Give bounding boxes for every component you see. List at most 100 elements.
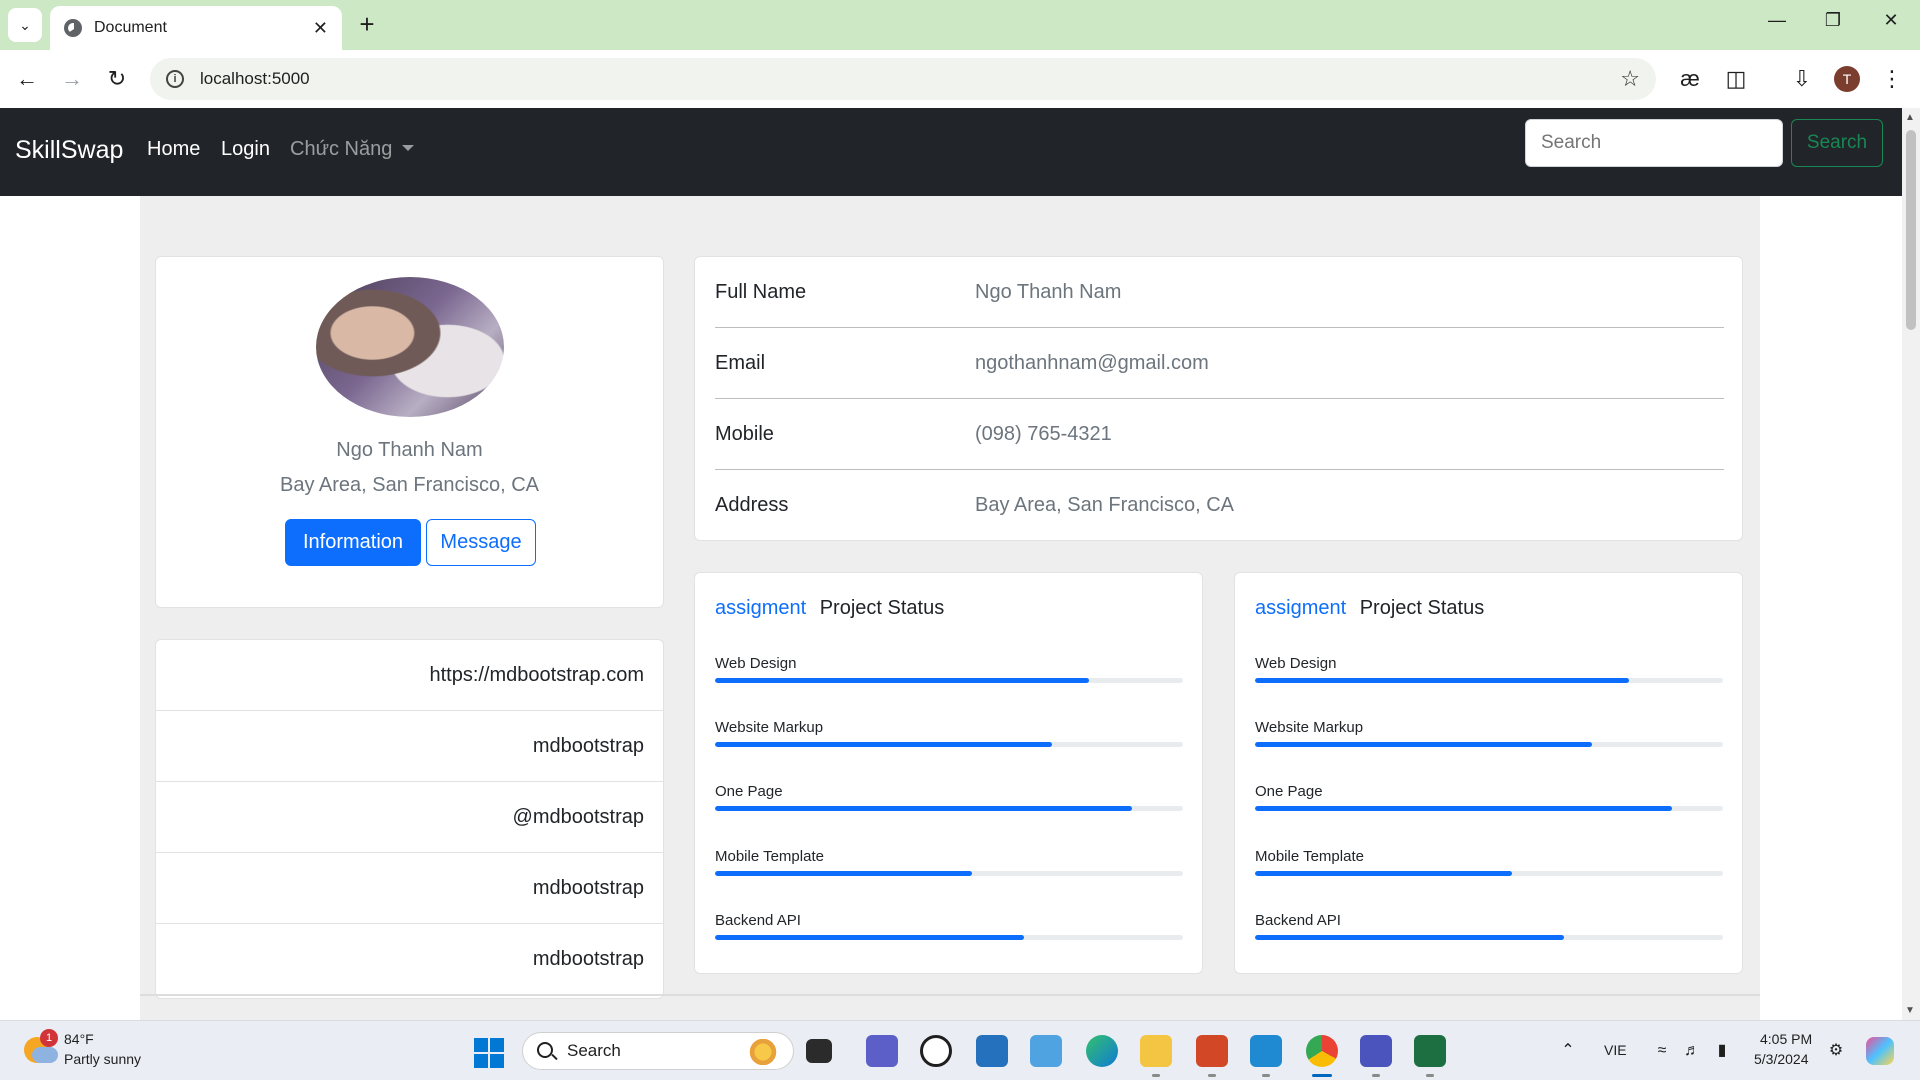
progress-fill: [1255, 678, 1630, 683]
reload-icon[interactable]: ↻: [100, 62, 134, 96]
task-view-icon[interactable]: [806, 1039, 832, 1063]
progress-item: Mobile Template: [715, 848, 1183, 876]
browser-tab[interactable]: Document ✕: [50, 6, 342, 50]
excel-icon[interactable]: [1414, 1035, 1446, 1077]
nav-features-dropdown[interactable]: Chức Năng: [290, 138, 415, 161]
navbar-search-button[interactable]: Search: [1791, 119, 1883, 167]
link-facebook[interactable]: mdbootstrap: [156, 924, 663, 995]
scrollbar-thumb[interactable]: [1906, 130, 1916, 330]
nav-home-link[interactable]: Home: [147, 138, 200, 161]
information-button[interactable]: Information: [285, 519, 421, 566]
progress-track: [715, 935, 1183, 940]
taskbar-search[interactable]: Search: [522, 1032, 794, 1070]
link-website[interactable]: https://mdbootstrap.com: [156, 640, 663, 711]
progress-track: [1255, 742, 1723, 747]
progress-track: [1255, 806, 1723, 811]
scroll-up-icon[interactable]: ▲: [1905, 112, 1915, 123]
vscode-icon[interactable]: [1250, 1035, 1282, 1077]
detail-row-email: Email ngothanhnam@gmail.com: [715, 328, 1724, 399]
profile-avatar[interactable]: T: [1834, 66, 1860, 92]
forward-arrow-icon[interactable]: →: [55, 62, 89, 96]
powershell-icon[interactable]: [976, 1035, 1008, 1067]
wifi-icon[interactable]: ≈: [1652, 1041, 1672, 1061]
dell-icon[interactable]: [920, 1035, 952, 1067]
progress-fill: [715, 871, 973, 876]
avatar: [316, 277, 504, 417]
file-explorer-icon[interactable]: [1140, 1035, 1172, 1077]
page-scrollbar[interactable]: ▲ ▼: [1902, 108, 1920, 1020]
progress-item: Website Markup: [715, 719, 1183, 747]
link-twitter[interactable]: @mdbootstrap: [156, 782, 663, 853]
restore-button[interactable]: ❐: [1818, 10, 1848, 31]
link-github[interactable]: mdbootstrap: [156, 711, 663, 782]
progress-item: Website Markup: [1255, 719, 1723, 747]
teams-chat-icon[interactable]: [1360, 1035, 1392, 1077]
nav-login-link[interactable]: Login: [221, 138, 270, 161]
brand-logo[interactable]: SkillSwap: [15, 136, 123, 165]
nav-dropdown-label: Chức Năng: [290, 138, 393, 160]
new-tab-button[interactable]: +: [352, 10, 382, 40]
edge-icon[interactable]: [1086, 1035, 1118, 1067]
minimize-button[interactable]: —: [1762, 10, 1792, 31]
chevron-up-icon[interactable]: ⌃: [1558, 1041, 1578, 1061]
taskbar-search-label: Search: [567, 1041, 621, 1060]
notification-badge: 1: [40, 1029, 58, 1047]
close-window-button[interactable]: ✕: [1876, 10, 1906, 31]
kebab-menu-icon[interactable]: ⋮: [1878, 66, 1906, 92]
copilot-icon[interactable]: [1866, 1037, 1894, 1065]
windows-start-icon[interactable]: [474, 1038, 504, 1068]
puzzle-extensions-icon[interactable]: ◫: [1722, 66, 1750, 92]
progress-item: Mobile Template: [1255, 848, 1723, 876]
profile-card: Ngo Thanh Nam Bay Area, San Francisco, C…: [155, 256, 664, 608]
back-arrow-icon[interactable]: ←: [10, 62, 44, 96]
teams-icon[interactable]: [866, 1035, 898, 1067]
site-navbar: SkillSwap Home Login Chức Năng Search: [0, 108, 1902, 196]
project-status-header: assigment Project Status: [715, 597, 944, 620]
browser-tabstrip: ⌄ Document ✕ + — ❐ ✕: [0, 0, 1920, 50]
progress-track: [1255, 871, 1723, 876]
weather-icon[interactable]: 1: [24, 1029, 58, 1067]
clock-date[interactable]: 5/3/2024: [1754, 1051, 1809, 1067]
language-indicator[interactable]: VIE: [1604, 1042, 1627, 1058]
app-window-icon[interactable]: [1030, 1035, 1062, 1067]
close-tab-icon[interactable]: ✕: [313, 18, 328, 39]
url-text[interactable]: localhost:5000: [200, 69, 1620, 89]
search-icon: [537, 1042, 553, 1058]
clock-time[interactable]: 4:05 PM: [1760, 1031, 1812, 1047]
link-instagram[interactable]: mdbootstrap: [156, 853, 663, 924]
progress-item: Backend API: [715, 912, 1183, 940]
powerpoint-icon[interactable]: [1196, 1035, 1228, 1077]
detail-label: Email: [715, 352, 766, 374]
message-button[interactable]: Message: [426, 519, 536, 566]
progress-fill: [1255, 806, 1672, 811]
progress-label: Mobile Template: [715, 848, 824, 865]
progress-fill: [1255, 871, 1513, 876]
profile-name: Ngo Thanh Nam: [336, 439, 483, 461]
progress-track: [715, 871, 1183, 876]
site-info-icon[interactable]: i: [166, 70, 184, 88]
page-viewport: SkillSwap Home Login Chức Năng Search Ng…: [0, 108, 1902, 1020]
download-icon[interactable]: ⇩: [1788, 66, 1816, 92]
extension-ae-icon[interactable]: æ: [1676, 66, 1704, 92]
progress-label: Web Design: [1255, 655, 1337, 672]
scroll-down-icon[interactable]: ▼: [1905, 1005, 1915, 1016]
battery-icon[interactable]: ▮: [1712, 1041, 1732, 1061]
progress-label: Backend API: [1255, 912, 1341, 929]
progress-fill: [1255, 742, 1592, 747]
weather-description[interactable]: Partly sunny: [64, 1051, 141, 1067]
address-bar[interactable]: i localhost:5000 ☆: [150, 58, 1656, 100]
volume-icon[interactable]: ♬: [1682, 1041, 1702, 1061]
chrome-icon[interactable]: [1306, 1035, 1338, 1077]
navbar-search-input[interactable]: [1525, 119, 1783, 167]
weather-temperature[interactable]: 84°F: [64, 1031, 94, 1047]
progress-item: One Page: [715, 783, 1183, 811]
progress-item: Web Design: [715, 655, 1183, 683]
globe-icon: [64, 19, 82, 37]
progress-label: Website Markup: [715, 719, 824, 736]
notification-bell-icon[interactable]: ⚙: [1826, 1041, 1846, 1061]
chevron-down-icon: ⌄: [19, 16, 31, 33]
bookmark-star-icon[interactable]: ☆: [1620, 66, 1640, 92]
tab-search-button[interactable]: ⌄: [8, 8, 42, 42]
profile-location: Bay Area, San Francisco, CA: [279, 474, 539, 496]
search-highlight-icon: [743, 1039, 783, 1065]
